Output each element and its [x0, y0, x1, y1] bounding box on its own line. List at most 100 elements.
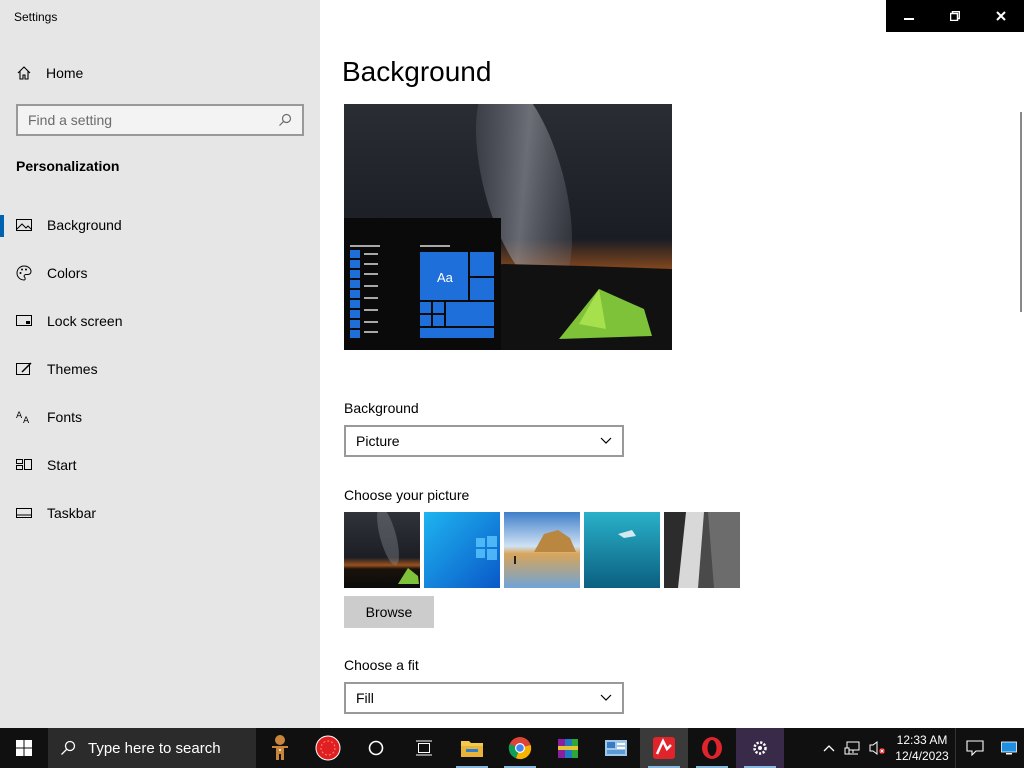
sidebar-item-label: Background — [47, 217, 122, 233]
sidebar-item-fonts[interactable]: AA Fonts — [0, 397, 320, 437]
clock-time: 12:33 AM — [896, 733, 948, 747]
gingerbread-app[interactable] — [256, 728, 304, 768]
avira-app[interactable] — [640, 728, 688, 768]
file-explorer-icon — [461, 741, 483, 757]
picture-thumbnails — [344, 512, 740, 588]
red-circle-icon — [315, 735, 341, 761]
background-value: Picture — [356, 433, 400, 449]
background-preview: Aa — [344, 104, 672, 350]
picture-thumb-underwater[interactable] — [584, 512, 660, 588]
picture-thumb-beach[interactable] — [504, 512, 580, 588]
sidebar-item-label: Lock screen — [47, 313, 123, 329]
gingerbread-icon — [272, 735, 288, 760]
home-label: Home — [46, 65, 84, 81]
picture-thumb-milky-way[interactable] — [344, 512, 420, 588]
sidebar-item-label: Colors — [47, 265, 88, 281]
sidebar-item-label: Fonts — [47, 409, 83, 425]
picture-thumb-waterfall[interactable] — [664, 512, 740, 588]
control-panel-icon — [605, 740, 627, 756]
home-link[interactable]: Home — [16, 62, 83, 84]
clock[interactable]: 12:33 AM 12/4/2023 — [889, 732, 955, 764]
search-icon[interactable] — [278, 113, 292, 127]
volume-button[interactable] — [865, 728, 889, 768]
scrollbar[interactable] — [1020, 112, 1022, 312]
search-icon — [61, 740, 76, 755]
sidebar-item-label: Themes — [47, 361, 98, 377]
close-icon — [996, 11, 1006, 21]
opera-app[interactable] — [688, 728, 736, 768]
task-view-button[interactable] — [400, 728, 448, 768]
sidebar-item-background[interactable]: Background — [0, 205, 320, 245]
window-controls — [886, 0, 1024, 32]
sidebar-item-themes[interactable]: Themes — [0, 349, 320, 389]
network-icon — [844, 741, 860, 755]
sidebar-item-label: Taskbar — [47, 505, 97, 521]
taskbar-search-box[interactable]: Type here to search — [48, 728, 256, 768]
browse-button[interactable]: Browse — [344, 596, 434, 628]
chevron-up-icon — [823, 745, 835, 752]
sidebar: Settings Home Find a setting Personaliza… — [0, 0, 320, 728]
fit-dropdown[interactable]: Fill — [344, 682, 624, 714]
lock-screen-icon — [0, 314, 47, 328]
picture-icon — [0, 218, 47, 232]
sidebar-item-taskbar[interactable]: Taskbar — [0, 493, 320, 533]
show-desktop-button[interactable] — [994, 728, 1024, 768]
notification-icon — [966, 740, 984, 756]
section-title: Personalization — [16, 158, 120, 174]
network-button[interactable] — [841, 728, 865, 768]
start-menu-icon — [0, 458, 47, 472]
chrome-icon — [508, 737, 532, 760]
taskbar: Type here to search 12:33 AM 12/4/2023 — [0, 728, 1024, 768]
taskbar-icon — [0, 507, 47, 519]
choose-picture-label: Choose your picture — [344, 487, 470, 503]
palette-icon — [0, 265, 47, 281]
clock-date: 12/4/2023 — [895, 749, 949, 763]
sidebar-item-start[interactable]: Start — [0, 445, 320, 485]
sidebar-item-label: Start — [47, 457, 77, 473]
restore-icon — [950, 11, 960, 21]
minimize-icon — [904, 18, 914, 20]
search-placeholder: Find a setting — [28, 112, 113, 128]
cortana-button[interactable] — [352, 728, 400, 768]
show-hidden-icons-button[interactable] — [817, 728, 841, 768]
main-content: Background Aa Background Picture Choose … — [320, 0, 1024, 728]
avira-icon — [653, 737, 675, 759]
settings-window: Settings Home Find a setting Personaliza… — [0, 0, 1024, 728]
taskbar-search-text: Type here to search — [88, 739, 221, 757]
home-icon — [17, 66, 31, 80]
action-center-button[interactable] — [956, 728, 994, 768]
opera-icon — [702, 737, 722, 759]
page-title: Background — [342, 56, 492, 87]
red-app[interactable] — [304, 728, 352, 768]
chevron-down-icon — [600, 694, 612, 701]
sidebar-item-colors[interactable]: Colors — [0, 253, 320, 293]
settings-app[interactable] — [736, 728, 784, 768]
fit-value: Fill — [356, 690, 374, 706]
windows-logo-icon — [16, 740, 32, 756]
brush-icon — [0, 362, 47, 376]
background-dropdown[interactable]: Picture — [344, 425, 624, 457]
settings-gear-icon — [753, 741, 767, 755]
minimize-button[interactable] — [886, 0, 932, 32]
app-title: Settings — [14, 10, 58, 24]
background-label: Background — [344, 400, 419, 416]
task-view-icon — [416, 740, 432, 756]
restore-button[interactable] — [932, 0, 978, 32]
svg-text:A: A — [16, 411, 23, 421]
chrome-app[interactable] — [496, 728, 544, 768]
chevron-down-icon — [600, 437, 612, 444]
picture-thumb-windows[interactable] — [424, 512, 500, 588]
close-button[interactable] — [978, 0, 1024, 32]
start-button[interactable] — [0, 728, 48, 768]
control-panel-app[interactable] — [592, 728, 640, 768]
search-input[interactable]: Find a setting — [16, 104, 304, 136]
preview-tile-text: Aa — [437, 270, 453, 285]
font-icon: AA — [0, 410, 47, 424]
volume-muted-icon — [869, 741, 885, 755]
winrar-icon — [558, 739, 578, 758]
winrar-app[interactable] — [544, 728, 592, 768]
file-explorer-app[interactable] — [448, 728, 496, 768]
desktop-preview-icon — [1001, 741, 1017, 755]
svg-text:A: A — [23, 416, 30, 424]
sidebar-item-lock-screen[interactable]: Lock screen — [0, 301, 320, 341]
